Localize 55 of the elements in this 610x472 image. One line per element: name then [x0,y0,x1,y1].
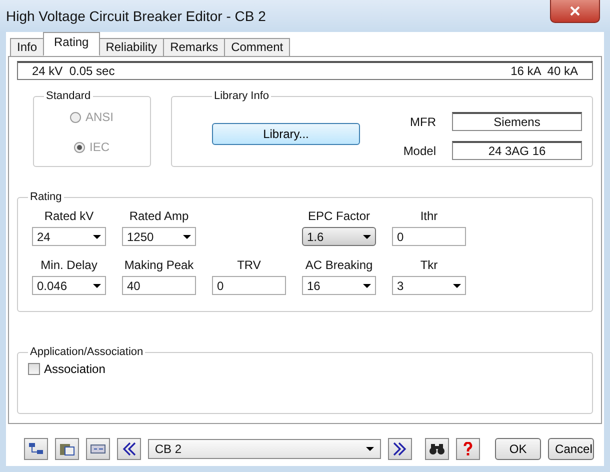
field-label: Model [403,144,436,158]
tab[interactable]: Info [10,38,44,56]
field-label: EPC Factor [308,209,370,223]
ok-button[interactable]: OK [495,438,542,460]
checkbox[interactable]: Association [28,362,106,376]
binoculars-icon [429,443,446,455]
clipboard-icon [58,442,75,456]
back-arrow-icon [122,442,136,456]
input-field[interactable]: 40 [122,276,196,295]
group-title: Application/Association [29,346,144,358]
dropdown-field[interactable]: 1.6 [302,227,376,246]
dropdown-field[interactable]: 0.046 [32,276,106,295]
library-button[interactable]: Library... [212,123,360,145]
input-field[interactable]: 0 [212,276,286,295]
tab[interactable]: Reliability [98,38,164,56]
input-field[interactable]: 0 [392,227,466,246]
dropdown-field[interactable]: 1250 [122,227,196,246]
card-icon [90,443,106,455]
next-button[interactable] [388,438,412,460]
close-button[interactable] [550,0,600,23]
card-button[interactable] [86,438,110,460]
group-title: Standard [45,90,92,102]
hierarchy-button[interactable] [24,438,48,460]
field-label: AC Breaking [305,258,373,272]
dropdown-field[interactable]: 16 [302,276,376,295]
field-label: Making Peak [124,258,194,272]
group-title: Library Info [213,90,270,102]
tab[interactable]: Remarks [163,38,226,56]
tab[interactable]: Comment [224,38,290,56]
help-button[interactable] [456,438,480,460]
tab[interactable]: Rating [43,32,100,56]
summary-text: 24 kV 0.05 sec [32,64,115,78]
field-label: Rated Amp [129,209,189,223]
device-dropdown[interactable]: CB 2 [148,439,382,459]
group-title: Rating [29,191,63,203]
field-label: Tkr [420,258,438,272]
search-button[interactable] [425,438,450,460]
field-label: TRV [237,258,261,272]
window-title: High Voltage Circuit Breaker Editor - CB 2 [6,8,266,24]
field-label: Ithr [420,209,438,223]
hierarchy-icon [28,442,44,456]
field-label: Min. Delay [40,258,98,272]
previous-button[interactable] [116,438,141,460]
clipboard-button[interactable] [54,438,79,460]
cancel-button[interactable]: Cancel [548,438,594,460]
dropdown-field[interactable]: 3 [392,276,466,295]
summary-text: 16 kA 40 kA [510,64,578,78]
input-field[interactable]: Siemens [452,112,582,131]
dropdown-field[interactable]: 24 [32,227,106,246]
forward-arrow-icon [393,442,408,456]
field-label: MFR [409,114,436,128]
close-icon [570,6,580,16]
help-icon [463,442,474,456]
field-label: Rated kV [44,209,94,223]
input-field[interactable]: 24 3AG 16 [452,141,582,160]
